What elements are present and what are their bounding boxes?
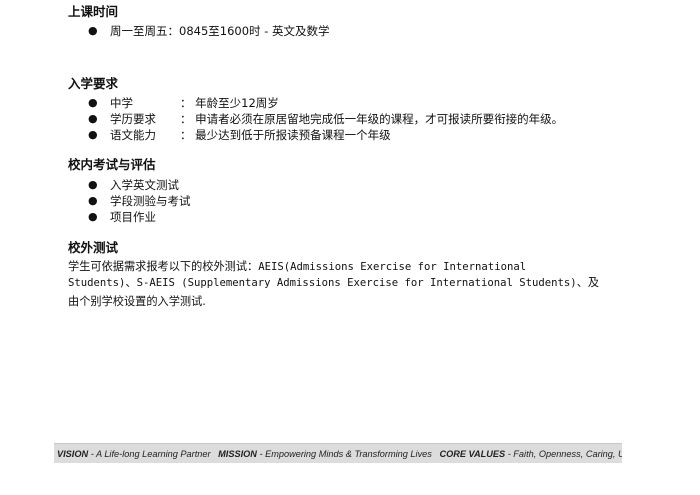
schedule-list: ● 周一至周五：0845至1600时 - 英文及数学 bbox=[86, 23, 330, 39]
footer-banner: VISION - A Life-long Learning Partner MI… bbox=[54, 443, 622, 463]
external-text: Students) bbox=[68, 277, 126, 289]
list-item: ● 中学 ： 年龄至少12周岁 bbox=[86, 95, 563, 111]
core-values-text: - Faith, Openness, Caring, Unity, Sharin… bbox=[507, 449, 622, 459]
requirement-separator: ： bbox=[180, 96, 192, 110]
list-item: ● 学段测验与考试 bbox=[86, 193, 191, 209]
requirements-heading: 入学要求 bbox=[68, 76, 119, 91]
requirements-list: ● 中学 ： 年龄至少12周岁 ● 学历要求 ： 申请者必须在原居留地完成低一年级的… bbox=[86, 95, 563, 143]
list-item: ● 学历要求 ： 申请者必须在原居留地完成低一年级的课程，才可报读所要衔接的年级。 bbox=[86, 111, 563, 127]
assessment-item-text: 入学英文测试 bbox=[110, 178, 179, 192]
requirement-value: 申请者必须在原居留地完成低一年级的课程，才可报读所要衔接的年级。 bbox=[195, 112, 564, 126]
bullet-icon: ● bbox=[88, 128, 98, 141]
schedule-item-text: 周一至周五：0845至1600时 - 英文及数学 bbox=[110, 24, 330, 38]
bullet-icon: ● bbox=[88, 178, 98, 191]
external-text: 学生可依据需求报考以下的校外测试： bbox=[68, 260, 259, 273]
mission-label: MISSION bbox=[218, 449, 257, 459]
vision-label: VISION bbox=[57, 449, 89, 459]
requirement-separator: ： bbox=[180, 128, 192, 142]
requirement-value: 年龄至少12周岁 bbox=[195, 96, 279, 110]
vision-text: - A Life-long Learning Partner bbox=[88, 449, 211, 459]
document-page: 上课时间 ● 周一至周五：0845至1600时 - 英文及数学 入学要求 ● 中… bbox=[0, 0, 700, 495]
assessment-list: ● 入学英文测试 ● 学段测验与考试 ● 项目作业 bbox=[86, 177, 191, 225]
schedule-heading: 上课时间 bbox=[68, 4, 119, 19]
mission-text: - Empowering Minds & Transforming Lives bbox=[256, 449, 432, 459]
list-item: ● 项目作业 bbox=[86, 209, 191, 225]
external-text: 、 bbox=[125, 276, 137, 289]
external-text: 由个别学校设置的入学测试. bbox=[68, 295, 206, 308]
assessment-item-text: 项目作业 bbox=[110, 210, 156, 224]
bullet-icon: ● bbox=[88, 194, 98, 207]
list-item: ● 周一至周五：0845至1600时 - 英文及数学 bbox=[86, 23, 330, 39]
external-paragraph-line: Students)、S-AEIS (Supplementary Admissio… bbox=[68, 275, 628, 291]
requirement-separator: ： bbox=[180, 112, 192, 126]
assessment-item-text: 学段测验与考试 bbox=[110, 194, 191, 208]
list-item: ● 入学英文测试 bbox=[86, 177, 191, 193]
assessment-heading: 校内考试与评估 bbox=[68, 157, 156, 172]
list-item: ● 语文能力 ： 最少达到低于所报读预备课程一个年级 bbox=[86, 127, 563, 143]
core-values-label: CORE VALUES bbox=[439, 449, 506, 459]
bullet-icon: ● bbox=[88, 24, 98, 37]
requirement-value: 最少达到低于所报读预备课程一个年级 bbox=[195, 128, 391, 142]
requirement-label: 学历要求 bbox=[110, 112, 156, 126]
requirement-label: 中学 bbox=[110, 96, 133, 110]
bullet-icon: ● bbox=[88, 210, 98, 223]
external-text: 、及 bbox=[576, 276, 600, 289]
external-text: S-AEIS (Supplementary Admissions Exercis… bbox=[136, 277, 577, 289]
external-heading: 校外测试 bbox=[68, 240, 119, 255]
external-paragraph-line: 学生可依据需求报考以下的校外测试：AEIS(Admissions Exercis… bbox=[68, 259, 628, 275]
external-paragraph-line: 由个别学校设置的入学测试. bbox=[68, 294, 628, 310]
bullet-icon: ● bbox=[88, 112, 98, 125]
bullet-icon: ● bbox=[88, 96, 98, 109]
external-text: AEIS(Admissions Exercise for Internation… bbox=[258, 261, 527, 273]
requirement-label: 语文能力 bbox=[110, 128, 156, 142]
